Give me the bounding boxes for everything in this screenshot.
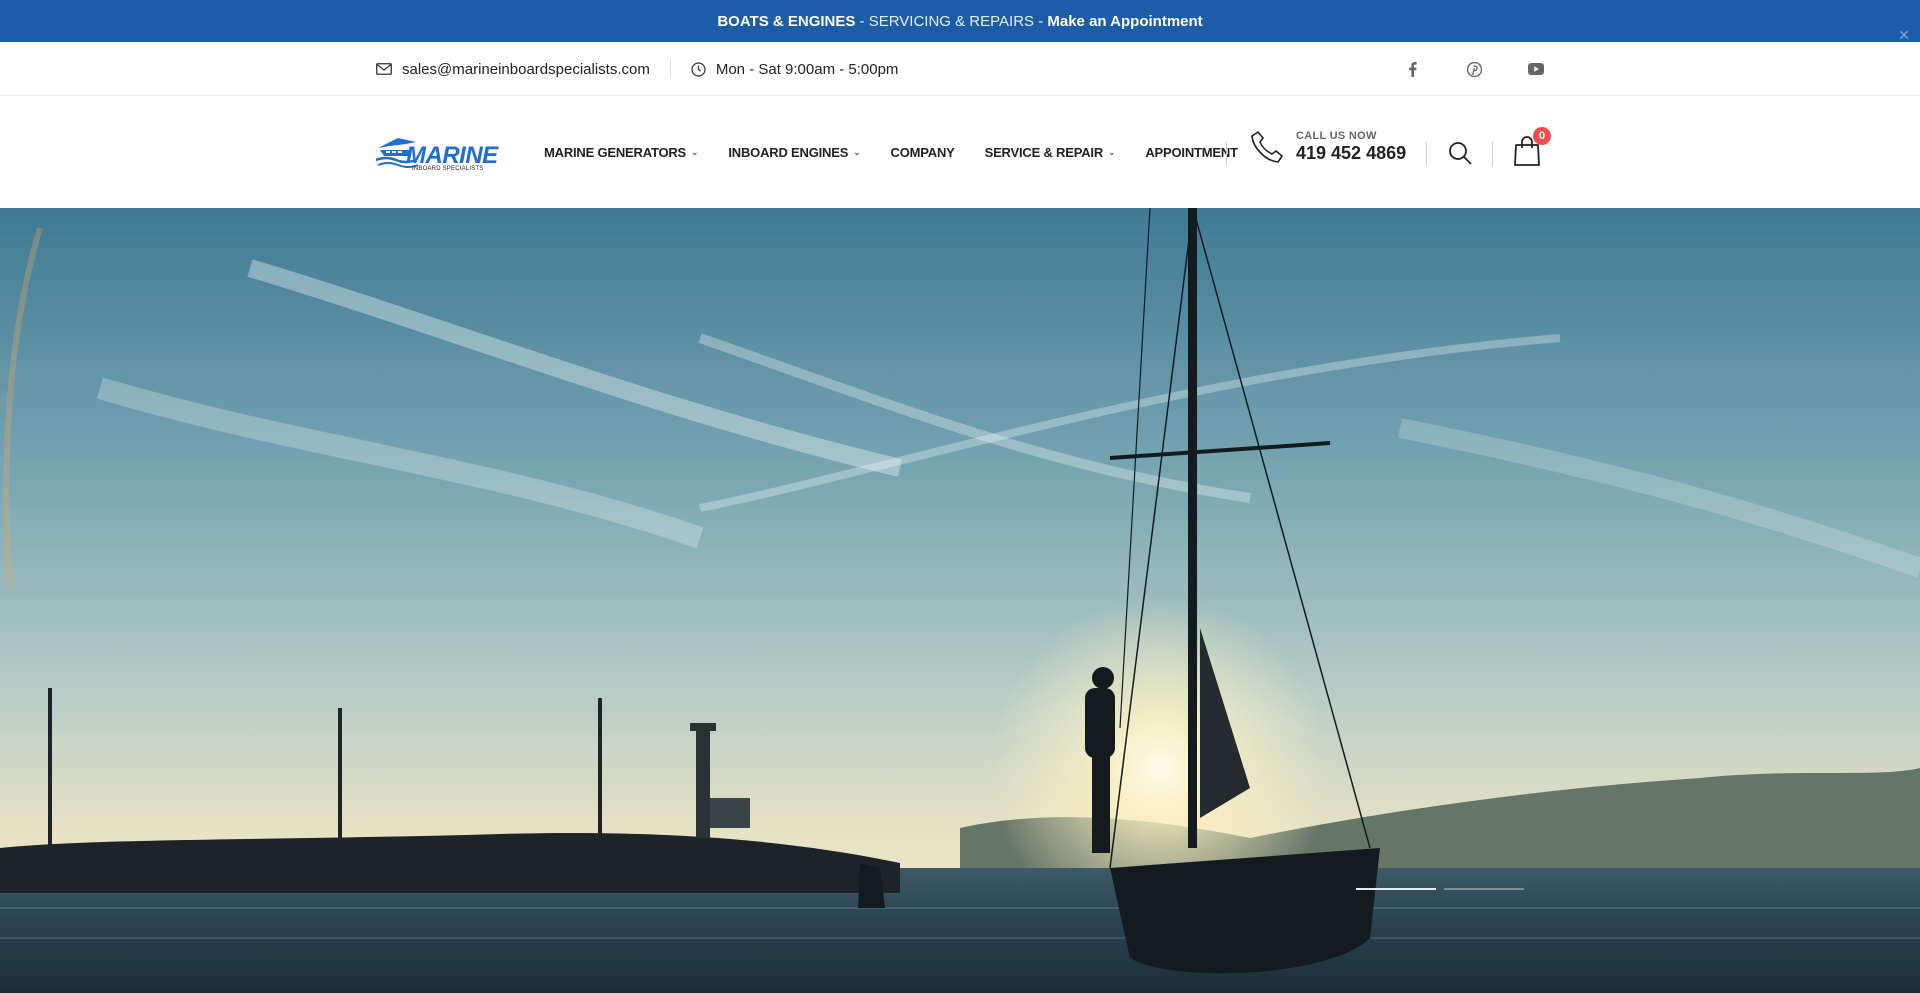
top-info-bar: sales@marineinboardspecialists.com Mon -… [0,42,1920,96]
phone-icon [1251,131,1283,163]
pinterest-icon[interactable] [1466,61,1482,77]
announcement-subtitle: - SERVICING & REPAIRS - [855,12,1048,30]
search-icon [1449,142,1472,165]
nav-label: INBOARD ENGINES [728,144,849,160]
site-logo[interactable]: MARINE INBOARD SPECIALISTS [376,136,498,172]
email-info[interactable]: sales@marineinboardspecialists.com [376,61,650,78]
nav-label: SERVICE & REPAIR [984,144,1104,160]
nav-label: COMPANY [890,144,955,160]
hero-slider [0,208,1920,993]
mail-icon [376,63,392,75]
clock-icon [691,61,706,77]
social-links [1404,42,1544,96]
nav-label: MARINE GENERATORS [544,144,687,160]
nav-inboard-engines[interactable]: INBOARD ENGINES ⌄ [728,145,860,160]
search-button[interactable] [1448,141,1472,170]
slider-dot[interactable] [1356,888,1436,890]
hours-info: Mon - Sat 9:00am - 5:00pm [691,60,899,78]
hero-image [0,208,1920,993]
email-text: sales@marineinboardspecialists.com [402,60,650,78]
divider [1226,142,1227,166]
nav-service-repair[interactable]: SERVICE & REPAIR ⌄ [985,145,1116,160]
divider [1492,142,1493,166]
hours-text: Mon - Sat 9:00am - 5:00pm [715,60,899,78]
chevron-down-icon: ⌄ [853,146,861,157]
announcement-bar: BOATS & ENGINES - SERVICING & REPAIRS - … [0,0,1920,42]
divider [669,60,671,78]
announcement-title: BOATS & ENGINES [717,12,856,30]
facebook-icon[interactable] [1404,61,1420,77]
nav-appointment[interactable]: APPOINTMENT [1145,144,1238,160]
make-appointment-link[interactable]: Make an Appointment [1047,13,1202,30]
slider-dot[interactable] [1444,888,1524,890]
cart-button[interactable]: 0 [1514,127,1551,171]
chevron-down-icon: ⌄ [1108,146,1116,157]
nav-company[interactable]: COMPANY [891,145,955,160]
divider [1426,142,1427,166]
chevron-down-icon: ⌄ [691,146,699,157]
youtube-icon[interactable] [1528,61,1544,77]
nav-marine-generators[interactable]: MARINE GENERATORS ⌄ [544,144,699,160]
logo-tagline: INBOARD SPECIALISTS [412,166,484,172]
call-us-block[interactable]: CALL US NOW 419 452 4869 [1250,130,1406,164]
main-nav: MARINE GENERATORS ⌄ INBOARD ENGINES ⌄ CO… [544,96,1268,208]
main-header: MARINE INBOARD SPECIALISTS MARINE GENERA… [0,96,1920,208]
cart-count-badge: 0 [1533,127,1551,145]
slider-pagination [1356,888,1524,890]
phone-number: 419 452 4869 [1296,143,1407,163]
call-us-caption: CALL US NOW [1296,130,1377,142]
nav-label: APPOINTMENT [1145,144,1238,160]
